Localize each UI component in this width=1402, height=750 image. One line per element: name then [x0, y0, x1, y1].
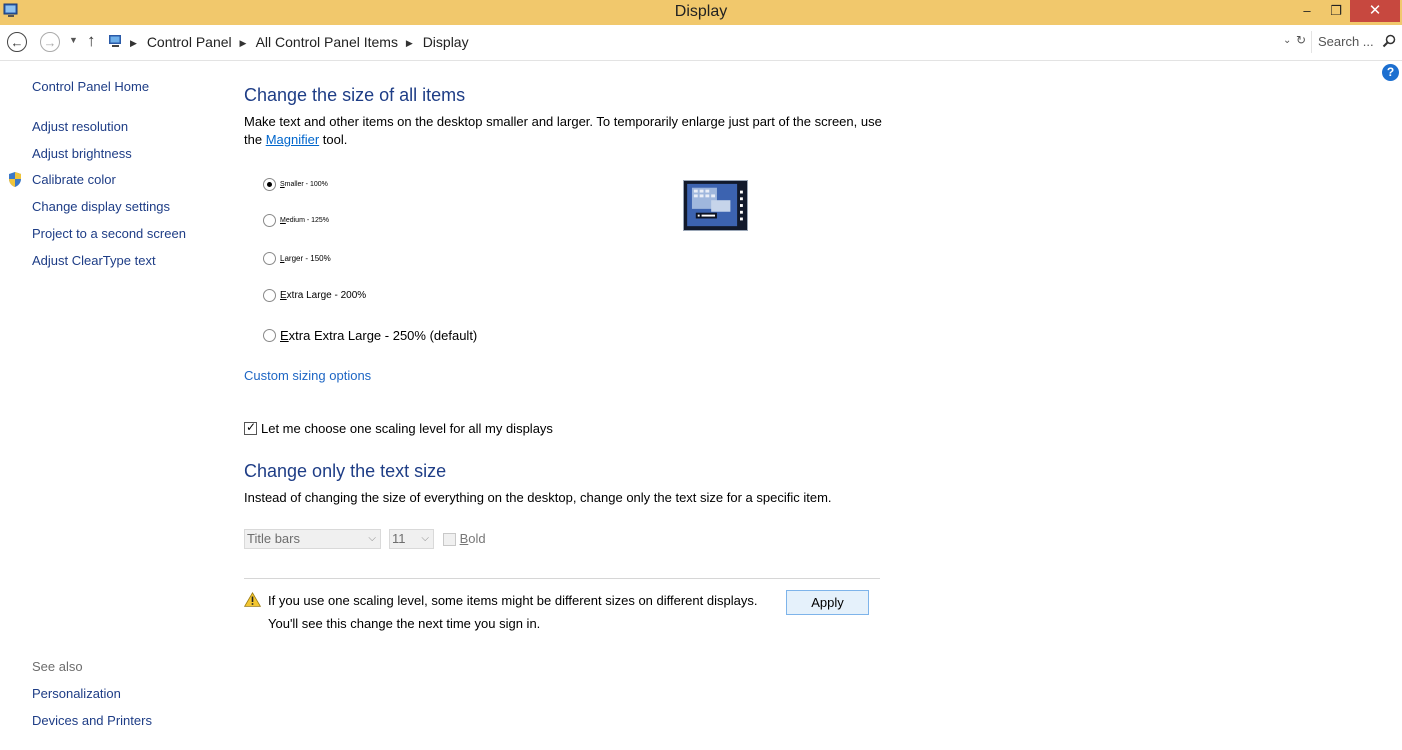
sign-in-notice: You'll see this change the next time you… — [268, 616, 541, 631]
address-bar: ← → ▼ ↑ ▶ Control Panel ▶ All Control Pa… — [0, 25, 1402, 61]
sidebar-item-adjust-cleartype[interactable]: Adjust ClearType text — [32, 253, 156, 268]
radio-button[interactable] — [263, 329, 276, 343]
custom-sizing-link[interactable]: Custom sizing options — [244, 368, 371, 383]
text-size-description: Instead of changing the size of everythi… — [244, 490, 832, 505]
restore-button[interactable]: ❐ — [1321, 0, 1351, 22]
window-title: Display — [674, 3, 728, 20]
apply-button[interactable]: Apply — [786, 590, 869, 615]
scale-option-125[interactable]: Medium - 125% — [263, 214, 329, 227]
one-scaling-checkbox[interactable]: ✓ — [244, 420, 257, 436]
breadcrumb-chevron-icon[interactable]: ▶ — [406, 38, 413, 48]
scale-option-label: Extra Large - 200% — [280, 290, 367, 301]
close-button[interactable]: ✕ — [1350, 0, 1400, 22]
sidebar-item-calibrate-color[interactable]: Calibrate color — [32, 172, 116, 187]
uac-shield-icon — [9, 172, 21, 187]
size-description-tail: tool. — [319, 132, 348, 147]
scale-option-100[interactable]: Smaller - 100% — [263, 178, 328, 191]
see-also-personalization[interactable]: Personalization — [32, 686, 121, 701]
text-item-value: Title bars — [247, 531, 300, 546]
bold-label: Bold — [459, 531, 486, 546]
address-dropdown-icon[interactable]: ⌄ — [1283, 35, 1291, 46]
scale-option-label: Extra Extra Large - 250% (default) — [280, 328, 478, 344]
forward-button[interactable]: → — [40, 32, 60, 52]
radio-button[interactable] — [263, 178, 276, 191]
scale-option-label: Larger - 150% — [280, 254, 331, 263]
control-panel-home-link[interactable]: Control Panel Home — [32, 79, 149, 94]
one-scaling-label: Let me choose one scaling level for all … — [261, 421, 553, 437]
breadcrumb-control-panel[interactable]: Control Panel — [147, 34, 232, 50]
font-size-value: 11 — [392, 531, 406, 546]
checkmark-icon: ✓ — [246, 420, 257, 435]
warning-message: If you use one scaling level, some items… — [268, 593, 758, 608]
warning-icon — [244, 592, 261, 607]
breadcrumb-all-items[interactable]: All Control Panel Items — [256, 34, 398, 50]
up-arrow-icon[interactable]: ↑ — [87, 31, 96, 51]
breadcrumb-chevron-icon[interactable]: ▶ — [240, 38, 247, 48]
radio-button[interactable] — [263, 289, 276, 302]
control-panel-icon — [109, 35, 121, 47]
magnifier-link[interactable]: Magnifier — [266, 132, 319, 147]
text-size-heading: Change only the text size — [244, 461, 447, 481]
scale-option-label: Medium - 125% — [280, 217, 330, 224]
see-also-devices-printers[interactable]: Devices and Printers — [32, 713, 152, 728]
title-bar: Display – ❐ ✕ — [0, 0, 1402, 25]
font-size-select[interactable]: 11 ⌵ — [389, 529, 434, 549]
search-icon[interactable] — [1382, 34, 1396, 48]
scale-option-200[interactable]: Extra Large - 200% — [263, 289, 366, 302]
scale-option-250[interactable]: Extra Extra Large - 250% (default) — [263, 327, 477, 343]
chevron-down-icon: ⌵ — [368, 533, 376, 544]
search-input[interactable] — [1316, 33, 1382, 50]
sidebar-item-adjust-resolution[interactable]: Adjust resolution — [32, 119, 128, 134]
radio-button[interactable] — [263, 214, 276, 227]
back-button[interactable]: ← — [7, 32, 27, 52]
bold-option[interactable]: Bold — [443, 531, 486, 547]
arrow-right-icon: → — [43, 35, 57, 50]
help-icon[interactable]: ? — [1382, 64, 1399, 81]
arrow-left-icon: ← — [10, 35, 24, 50]
divider — [244, 578, 880, 579]
minimize-button[interactable]: – — [1292, 0, 1322, 22]
sidebar-item-change-display-settings[interactable]: Change display settings — [32, 199, 170, 214]
scale-option-150[interactable]: Larger - 150% — [263, 252, 331, 265]
breadcrumb-chevron-icon[interactable]: ▶ — [130, 38, 137, 48]
text-item-select[interactable]: Title bars ⌵ — [244, 529, 381, 549]
sidebar-item-project-second-screen[interactable]: Project to a second screen — [32, 226, 186, 241]
breadcrumb: ▶ Control Panel ▶ All Control Panel Item… — [130, 34, 469, 50]
see-also-heading: See also — [32, 659, 83, 674]
chevron-down-icon: ⌵ — [421, 533, 429, 544]
size-description: Make text and other items on the desktop… — [244, 113, 884, 149]
breadcrumb-display[interactable]: Display — [423, 34, 469, 50]
search-box — [1311, 31, 1397, 53]
sidebar-item-adjust-brightness[interactable]: Adjust brightness — [32, 146, 132, 161]
scale-option-label: Smaller - 100% — [280, 181, 328, 188]
refresh-icon[interactable]: ↻ — [1296, 33, 1306, 47]
bold-checkbox[interactable] — [443, 533, 456, 547]
radio-button[interactable] — [263, 252, 276, 265]
one-scaling-option[interactable]: ✓ Let me choose one scaling level for all… — [244, 420, 553, 436]
scale-preview-image — [683, 180, 748, 231]
size-heading: Change the size of all items — [244, 85, 466, 105]
recent-locations-chevron-icon[interactable]: ▼ — [69, 35, 78, 45]
